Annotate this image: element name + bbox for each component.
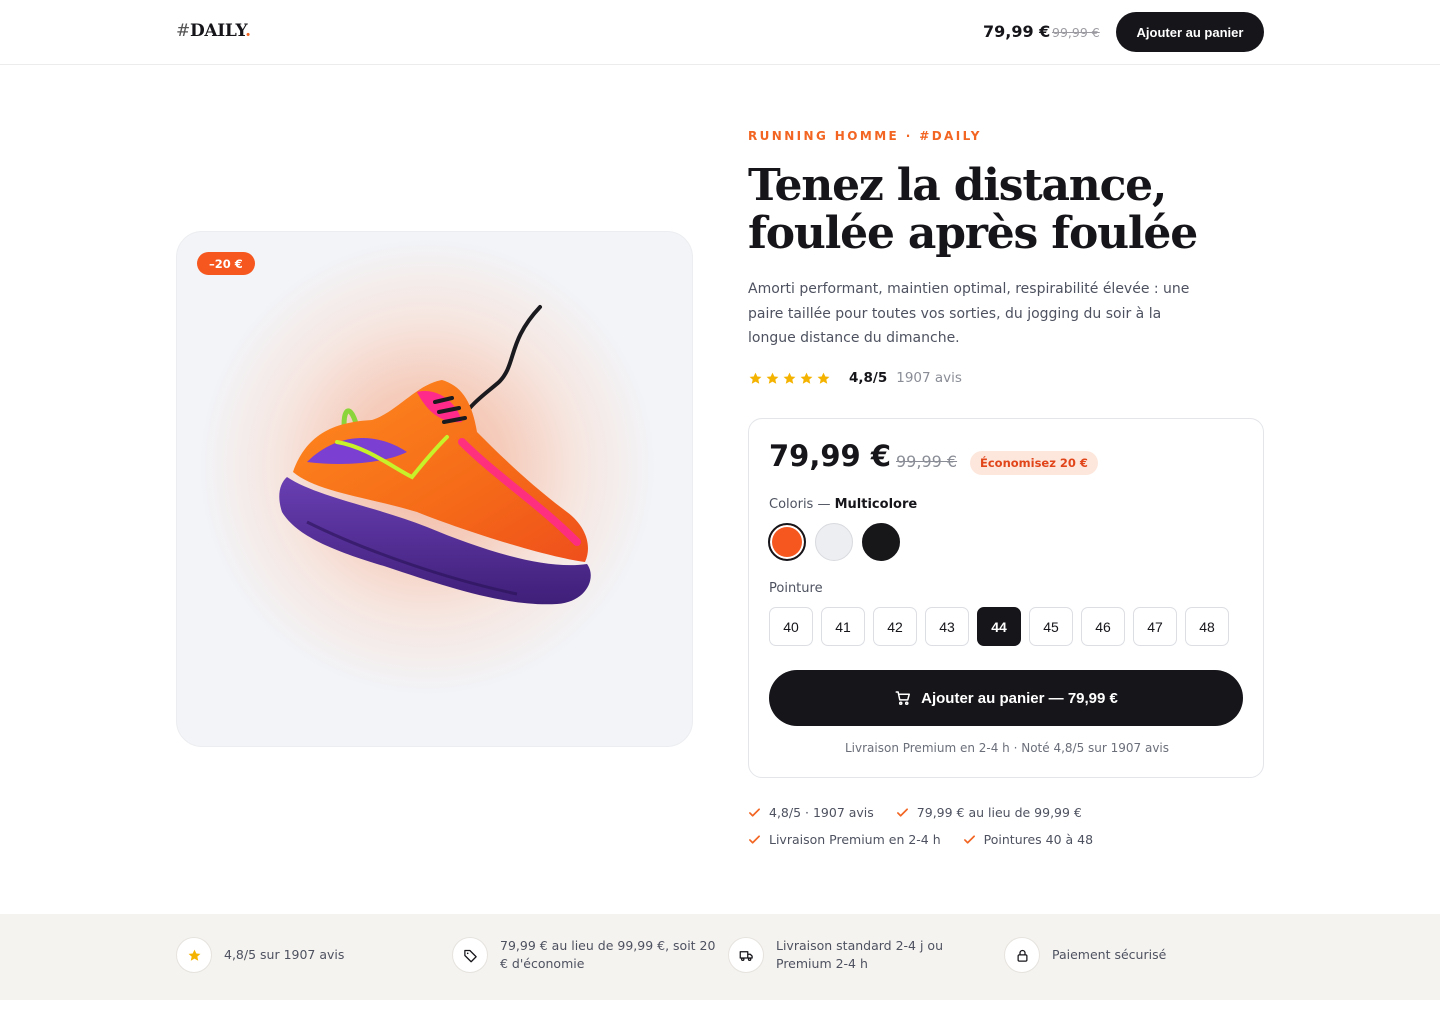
savings-badge: Économisez 20 € (970, 451, 1098, 475)
star-icon (817, 372, 830, 384)
feature-rating: 4,8/5 sur 1907 avis (176, 937, 424, 973)
old-price: 99,99 € (896, 452, 958, 471)
benefit-text: 79,99 € au lieu de 99,99 € (916, 805, 1082, 820)
swatch-black[interactable] (862, 523, 900, 561)
star-icon (766, 372, 779, 384)
size-option[interactable]: 45 (1029, 607, 1073, 646)
cart-icon (895, 691, 911, 706)
star-icon (800, 372, 813, 384)
product-category: RUNNING HOMME · #DAILY (748, 129, 982, 143)
size-option[interactable]: 48 (1185, 607, 1229, 646)
page-title: Tenez la distance, foulée après foulée (748, 162, 1268, 258)
size-option[interactable]: 42 (873, 607, 917, 646)
tag-icon (452, 937, 488, 973)
check-icon (963, 835, 975, 844)
running-shoe-image (279, 305, 591, 605)
size-option[interactable]: 43 (925, 607, 969, 646)
star-icon (783, 372, 796, 384)
lock-icon (1004, 937, 1040, 973)
size-option[interactable]: 46 (1081, 607, 1125, 646)
color-selected: Multicolore (834, 497, 918, 512)
swatch-white[interactable] (815, 523, 853, 561)
size-option[interactable]: 40 (769, 607, 813, 646)
check-icon (749, 808, 760, 817)
benefit-text: Pointures 40 à 48 (983, 832, 1094, 847)
size-option[interactable]: 41 (821, 607, 865, 646)
header-add-to-cart-button[interactable]: Ajouter au panier (1116, 12, 1264, 52)
review-count: 1907 avis (896, 370, 962, 386)
color-swatches (768, 523, 900, 561)
star-icon (749, 372, 762, 384)
discount-badge: –20 € (197, 252, 255, 275)
add-to-cart-label: Ajouter au panier — 79,99 € (921, 689, 1118, 707)
size-selector: 40 41 42 43 44 45 46 47 48 (769, 607, 1229, 646)
title-line-1: Tenez la distance, (748, 160, 1167, 211)
rating-value: 4,8/5 (849, 370, 888, 386)
star-rating (748, 371, 831, 386)
feature-text: Livraison standard 2-4 j ou Premium 2-4 … (776, 938, 943, 971)
benefit-text: 4,8/5 · 1907 avis (769, 805, 874, 820)
site-header: #DAILY. 79,99 € 99,99 € Ajouter au panie… (0, 0, 1440, 65)
logo-text: DAILY (189, 21, 246, 41)
add-to-cart-button[interactable]: Ajouter au panier — 79,99 € (769, 670, 1243, 726)
benefit-item: 79,99 € au lieu de 99,99 € (896, 804, 1082, 821)
color-label: Coloris — Multicolore (769, 497, 917, 512)
header-price: 79,99 € (983, 22, 1051, 41)
feature-price: 79,99 € au lieu de 99,99 €, soit 20 € d'… (452, 937, 720, 973)
size-option-selected[interactable]: 44 (977, 607, 1021, 646)
buy-box: 79,99 € 99,99 € Économisez 20 € Coloris … (748, 418, 1264, 778)
benefit-item: Livraison Premium en 2-4 h (748, 831, 941, 848)
benefit-item: 4,8/5 · 1907 avis (748, 804, 874, 821)
check-icon (749, 835, 760, 844)
benefit-item: Pointures 40 à 48 (963, 831, 1093, 848)
star-icon (176, 937, 212, 973)
size-label: Pointure (769, 581, 823, 596)
feature-text: 4,8/5 sur 1907 avis (224, 947, 345, 962)
truck-icon (728, 937, 764, 973)
logo-hash: # (176, 21, 190, 41)
rating-summary[interactable]: 4,8/5 1907 avis (748, 370, 962, 386)
feature-text: 79,99 € au lieu de 99,99 €, soit 20 € d'… (500, 938, 716, 971)
title-line-2: foulée après foulée (748, 208, 1198, 259)
size-option[interactable]: 47 (1133, 607, 1177, 646)
feature-payment: Paiement sécurisé (1004, 937, 1252, 973)
feature-delivery: Livraison standard 2-4 j ou Premium 2-4 … (728, 937, 996, 973)
color-label-text: Coloris — (769, 497, 831, 512)
benefit-text: Livraison Premium en 2-4 h (769, 832, 941, 847)
product-image-card: –20 € (176, 231, 693, 747)
header-old-price: 99,99 € (1052, 25, 1100, 40)
reassurance-strip: 4,8/5 sur 1907 avis 79,99 € au lieu de 9… (0, 914, 1440, 1000)
logo-dot: . (245, 21, 251, 41)
product-description: Amorti performant, maintien optimal, res… (748, 281, 1190, 346)
swatch-orange[interactable] (768, 523, 806, 561)
check-icon (896, 808, 908, 817)
price: 79,99 € (769, 439, 892, 473)
benefits-list: 4,8/5 · 1907 avis 79,99 € au lieu de 99,… (748, 804, 1268, 848)
logo[interactable]: #DAILY. (176, 21, 251, 41)
delivery-note: Livraison Premium en 2-4 h · Noté 4,8/5 … (844, 741, 1170, 755)
feature-text: Paiement sécurisé (1052, 947, 1167, 962)
